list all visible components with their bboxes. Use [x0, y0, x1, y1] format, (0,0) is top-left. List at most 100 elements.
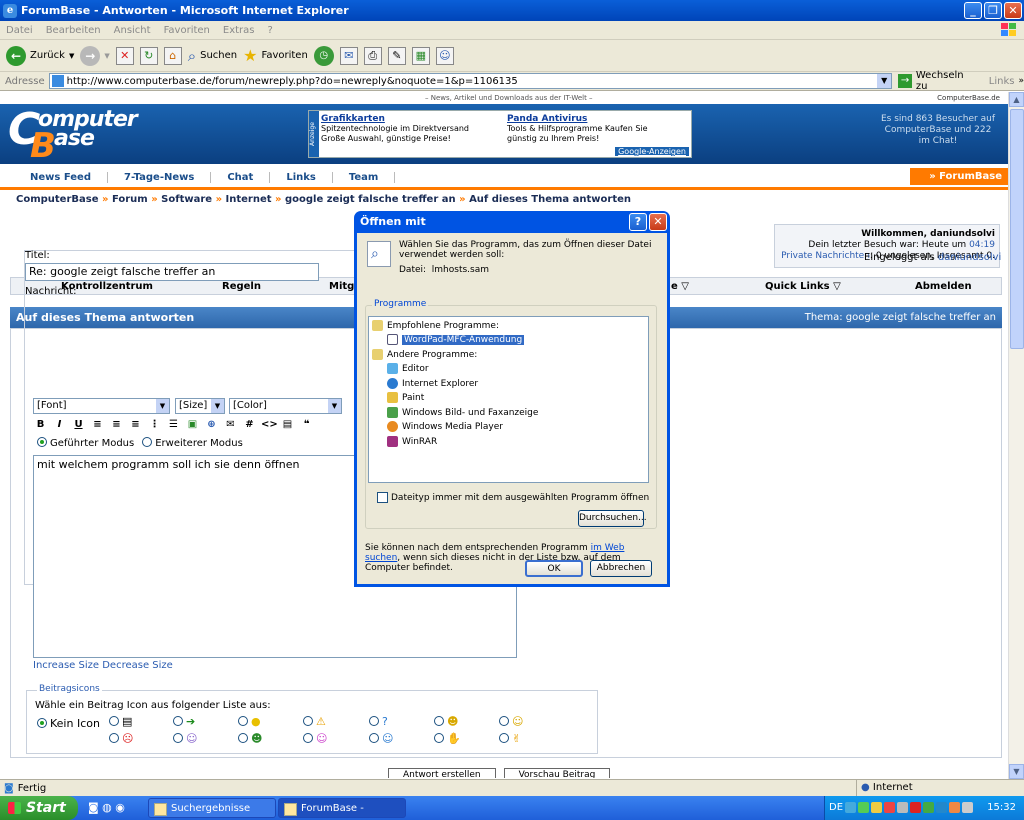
post-icon-tongue[interactable]: ☺: [303, 732, 327, 745]
italic-button[interactable]: I: [52, 417, 67, 432]
underline-button[interactable]: U: [71, 417, 86, 432]
nav-news-feed[interactable]: News Feed: [14, 172, 108, 183]
print-icon[interactable]: ⎙: [363, 46, 382, 65]
decrease-size-link[interactable]: Decrease Size: [102, 660, 173, 671]
forumbase-tab[interactable]: » ForumBase: [910, 168, 1008, 185]
home-icon[interactable]: ⌂: [163, 46, 182, 65]
tray-icon[interactable]: [923, 802, 934, 813]
start-button[interactable]: Start: [0, 796, 78, 820]
php-icon[interactable]: ▤: [280, 417, 295, 432]
nav-chat[interactable]: Chat: [211, 172, 271, 183]
topic-link[interactable]: google zeigt falsche treffer an: [846, 312, 996, 323]
help-button[interactable]: ?: [629, 213, 647, 231]
crumb-software[interactable]: Software: [161, 194, 212, 205]
program-fax-viewer[interactable]: Windows Bild- und Faxanzeige: [387, 407, 538, 418]
post-icon-purple[interactable]: ☺: [173, 732, 197, 745]
close-button[interactable]: ✕: [1004, 2, 1022, 19]
post-icon-question[interactable]: ?: [369, 715, 388, 728]
align-right-icon[interactable]: ≡: [128, 417, 143, 432]
messenger-icon[interactable]: ☺: [435, 46, 454, 65]
task-suchergebnisse[interactable]: Suchergebnisse: [148, 798, 276, 818]
size-select[interactable]: [Size] ▼: [175, 398, 225, 414]
code-icon[interactable]: <>: [261, 417, 278, 432]
menu-datei[interactable]: Datei: [6, 25, 33, 36]
mail-icon[interactable]: ✉: [339, 46, 358, 65]
post-icon-thumbs-down[interactable]: ✋: [434, 732, 461, 745]
program-media-player[interactable]: Windows Media Player: [387, 421, 503, 432]
program-winrar[interactable]: WinRAR: [387, 436, 437, 447]
image-icon[interactable]: ▣: [185, 417, 200, 432]
increase-size-link[interactable]: Increase Size: [33, 660, 99, 671]
post-icon-wink[interactable]: ☺: [369, 732, 393, 745]
ordered-list-icon[interactable]: ⋮: [147, 417, 162, 432]
always-use-checkbox[interactable]: Dateityp immer mit dem ausgewählten Prog…: [377, 492, 649, 503]
back-button[interactable]: ← Zurück ▼: [6, 45, 74, 66]
tray-icon[interactable]: [884, 802, 895, 813]
unordered-list-icon[interactable]: ☰: [166, 417, 181, 432]
tray-icon[interactable]: [910, 802, 921, 813]
scroll-down-icon[interactable]: ▼: [1009, 764, 1024, 779]
favorites-button[interactable]: ★ Favoriten: [243, 46, 308, 65]
mode-extended[interactable]: Erweiterer Modus: [142, 437, 243, 449]
scroll-thumb[interactable]: [1010, 109, 1024, 349]
links-chevron-icon[interactable]: »: [1018, 76, 1024, 86]
edit-icon[interactable]: ✎: [387, 46, 406, 65]
programs-list[interactable]: Empfohlene Programme: WordPad-MFC-Anwend…: [368, 316, 649, 483]
task-forumbase[interactable]: ForumBase - Antwort...: [278, 798, 406, 818]
mode-guided[interactable]: Geführter Modus: [37, 437, 134, 449]
crumb-thread[interactable]: google zeigt falsche treffer an: [285, 194, 456, 205]
tray-icon[interactable]: [871, 802, 882, 813]
hash-icon[interactable]: #: [242, 417, 257, 432]
discuss-icon[interactable]: ▦: [411, 46, 430, 65]
color-select[interactable]: [Color] ▼: [229, 398, 342, 414]
go-button[interactable]: → Wechseln zu: [898, 70, 977, 92]
nav-links[interactable]: Links: [270, 172, 333, 183]
tray-icon[interactable]: [897, 802, 908, 813]
nav-7-tage-news[interactable]: 7-Tage-News: [108, 172, 212, 183]
align-left-icon[interactable]: ≡: [90, 417, 105, 432]
post-icon-warning[interactable]: ⚠: [303, 715, 326, 728]
nav-team[interactable]: Team: [333, 172, 396, 183]
address-dropdown-icon[interactable]: ▼: [877, 74, 892, 88]
ad-grafikkarten[interactable]: Grafikkarten Spitzentechnologie im Direk…: [321, 114, 501, 144]
email-icon[interactable]: ✉: [223, 417, 238, 432]
ctrl-abmelden[interactable]: Abmelden: [915, 281, 972, 292]
clock[interactable]: 15:32: [987, 802, 1016, 813]
tray-icon[interactable]: [962, 802, 973, 813]
ok-button[interactable]: OK: [525, 560, 583, 577]
forward-button[interactable]: → ▼: [80, 45, 110, 66]
search-button[interactable]: ⌕ Suchen: [188, 47, 237, 65]
crumb-internet[interactable]: Internet: [226, 194, 272, 205]
links-toolbar[interactable]: Links: [989, 76, 1015, 87]
program-editor[interactable]: Editor: [387, 363, 429, 374]
maximize-button[interactable]: ❐: [984, 2, 1002, 19]
dialog-close-button[interactable]: ✕: [649, 213, 667, 231]
post-icon-smile[interactable]: ☺: [499, 715, 523, 728]
post-icon-note[interactable]: ▤: [109, 715, 132, 728]
submit-reply-button[interactable]: Antwort erstellen: [388, 768, 496, 778]
title-input[interactable]: Re: google zeigt falsche treffer an: [25, 263, 319, 281]
ctrl-quick-links[interactable]: Quick Links ▽: [765, 281, 841, 292]
menu-bearbeiten[interactable]: Bearbeiten: [46, 25, 101, 36]
tray-icon[interactable]: [936, 802, 947, 813]
crumb-computerbase[interactable]: ComputerBase: [16, 194, 99, 205]
crumb-forum[interactable]: Forum: [112, 194, 148, 205]
post-icon-arrow[interactable]: ➔: [173, 715, 195, 728]
menu-extras[interactable]: Extras: [223, 25, 255, 36]
private-messages-link[interactable]: Private Nachrichten: [781, 251, 870, 261]
program-wordpad[interactable]: WordPad-MFC-Anwendung: [387, 334, 525, 345]
scroll-up-icon[interactable]: ▲: [1009, 92, 1024, 107]
ctrl-suche[interactable]: e ▽: [671, 281, 689, 292]
program-internet-explorer[interactable]: Internet Explorer: [387, 378, 478, 389]
tray-icons[interactable]: [845, 802, 973, 813]
user-link[interactable]: daniundsolvi: [938, 252, 1001, 263]
language-indicator[interactable]: DE: [829, 802, 843, 813]
tray-icon[interactable]: [858, 802, 869, 813]
ad-panda[interactable]: Panda Antivirus Tools & Hilfsprogramme K…: [507, 114, 687, 144]
cancel-button[interactable]: Abbrechen: [590, 560, 652, 577]
quicklaunch-icons[interactable]: ◙ ◍ ◉: [88, 801, 125, 814]
tray-icon[interactable]: [949, 802, 960, 813]
browse-button[interactable]: Durchsuchen...: [578, 510, 647, 527]
stop-icon[interactable]: ✕: [115, 46, 134, 65]
link-icon[interactable]: ⊕: [204, 417, 219, 432]
